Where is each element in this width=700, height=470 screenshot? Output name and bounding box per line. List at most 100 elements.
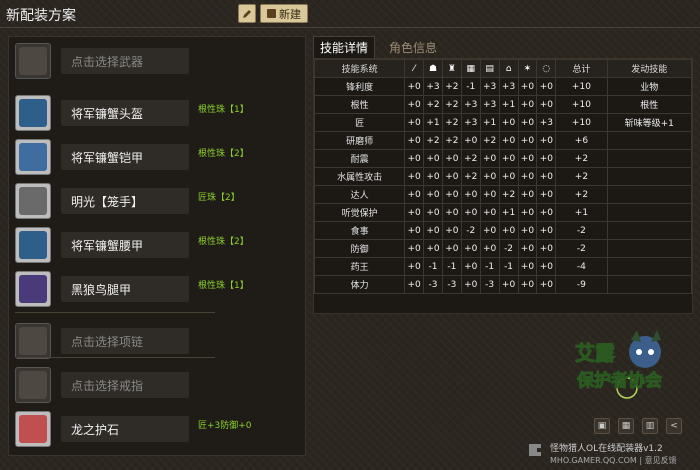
skill-point-cell: +0	[423, 167, 443, 186]
skill-point-cell: +0	[460, 239, 481, 258]
equipment-slot[interactable]: 将军镰蟹头盔 根性珠【1】	[15, 95, 295, 133]
edit-button[interactable]	[238, 4, 256, 23]
svg-text:保护者协会: 保护者协会	[576, 370, 662, 391]
skill-name-cell: 防御	[313, 239, 406, 258]
page-title: 新配装方案	[6, 8, 76, 24]
skill-point-cell: +0	[441, 203, 462, 222]
skill-total-cell: +10	[555, 77, 608, 96]
activated-skill-cell	[606, 185, 693, 204]
skill-point-cell: +0	[517, 167, 538, 186]
equipment-icon	[15, 227, 51, 263]
save-button[interactable]: ▣	[594, 418, 610, 434]
skill-point-cell: +0	[460, 185, 481, 204]
equipment-slot[interactable]: 点击选择项链	[15, 323, 295, 361]
table-row: 达人 +0 +0 +0 +0 +0 +2 +0 +0 +2	[313, 185, 693, 204]
skill-point-cell: +2	[460, 149, 481, 168]
header-part: ▤	[479, 59, 500, 78]
skill-point-cell: -2	[498, 239, 519, 258]
activated-skill-cell	[606, 167, 693, 186]
decoration-tag: 根性珠【1】	[198, 281, 249, 291]
header-part: ♜	[441, 59, 462, 78]
decoration-tag: 根性珠【1】	[198, 105, 249, 115]
skill-point-cell: +0	[441, 239, 462, 258]
equipment-slot[interactable]: 龙之护石 匠+3防御+0	[15, 411, 295, 449]
equipment-slot[interactable]: 将军镰蟹铠甲 根性珠【2】	[15, 139, 295, 177]
skill-point-cell: +0	[536, 77, 557, 96]
gauntlet-icon: ▦	[466, 63, 476, 74]
necklace-icon: ✶	[523, 63, 532, 74]
new-button-label: 新建	[279, 7, 301, 21]
skill-point-cell: +1	[498, 95, 519, 114]
equipment-label[interactable]: 点击选择项链	[61, 328, 189, 354]
skill-point-cell: +0	[441, 167, 462, 186]
slot-group-divider	[15, 357, 215, 358]
skill-name-cell: 达人	[313, 185, 406, 204]
header-activated-skill: 发动技能	[606, 59, 693, 78]
equipment-label[interactable]: 龙之护石	[61, 416, 189, 442]
equipment-slot[interactable]: 点击选择戒指	[15, 367, 295, 405]
table-row: 听觉保护 +0 +0 +0 +0 +0 +1 +0 +0 +1	[313, 203, 693, 222]
skill-point-cell: +0	[498, 275, 519, 294]
equipment-label[interactable]: 点击选择戒指	[61, 372, 189, 398]
header-part: ⌂	[498, 59, 519, 78]
skill-point-cell: -1	[423, 257, 443, 276]
skill-point-cell: +0	[423, 239, 443, 258]
equipment-icon-image	[19, 231, 47, 259]
skill-point-cell: +3	[498, 77, 519, 96]
skill-point-cell: +0	[498, 167, 519, 186]
equipment-icon-image	[19, 415, 47, 443]
equipment-slot[interactable]: 将军镰蟹腰甲 根性珠【2】	[15, 227, 295, 265]
decoration-tag: 匠+3防御+0	[198, 421, 252, 431]
delete-button[interactable]: ▥	[642, 418, 658, 434]
table-header-row: 技能系统 ⁄ ☗ ♜ ▦ ▤ ⌂ ✶ ◌ 总计 发动技能	[313, 59, 693, 78]
skill-point-cell: -1	[498, 257, 519, 276]
skill-name-cell: 根性	[313, 95, 406, 114]
equipment-label[interactable]: 将军镰蟹铠甲	[61, 144, 189, 170]
skill-total-cell: -2	[555, 239, 608, 258]
leg-icon: ⌂	[505, 63, 512, 74]
skill-total-cell: +2	[555, 167, 608, 186]
equipment-slot[interactable]: 黑狼鸟腿甲 根性珠【1】	[15, 271, 295, 309]
skill-point-cell: +2	[423, 95, 443, 114]
save-icon: ▣	[597, 421, 607, 431]
calendar-button[interactable]: ▦	[618, 418, 634, 434]
table-row: 研磨师 +0 +2 +2 +0 +2 +0 +0 +0 +6	[313, 131, 693, 150]
skill-point-cell: +0	[423, 185, 443, 204]
skill-point-cell: +0	[460, 131, 481, 150]
skill-point-cell: +2	[460, 167, 481, 186]
skill-point-cell: -3	[479, 275, 500, 294]
equipment-label[interactable]: 黑狼鸟腿甲	[61, 276, 189, 302]
table-row: 锋利度 +0 +3 +2 -1 +3 +3 +0 +0 +10 业物	[313, 77, 693, 96]
activated-skill-cell: 根性	[606, 95, 693, 114]
skill-total-cell: +2	[555, 149, 608, 168]
skill-point-cell: +0	[479, 221, 500, 240]
equipment-label[interactable]: 将军镰蟹头盔	[61, 100, 189, 126]
top-divider	[0, 27, 700, 28]
equipment-slot[interactable]: 点击选择武器	[15, 43, 295, 81]
skill-point-cell: +0	[536, 275, 557, 294]
footer-app-version: 怪物猎人OL在线配装器v1.2	[550, 444, 663, 454]
new-button[interactable]: 新建	[260, 4, 308, 23]
mho-logo-icon	[529, 444, 541, 456]
footer-links[interactable]: MHO.GAMER.QQ.COM | 意见反馈	[550, 455, 677, 466]
tab-skill-details[interactable]: 技能详情	[313, 36, 375, 58]
tab-character-info[interactable]: 角色信息	[383, 36, 443, 58]
skill-point-cell: +3	[423, 77, 443, 96]
skill-point-cell: +0	[423, 221, 443, 240]
equipment-icon-image	[19, 187, 47, 215]
equipment-label[interactable]: 明光【笼手】	[61, 188, 189, 214]
equipment-label[interactable]: 点击选择武器	[61, 48, 189, 74]
skill-total-cell: -2	[555, 221, 608, 240]
equipment-slot[interactable]: 明光【笼手】 匠珠【2】	[15, 183, 295, 221]
skill-point-cell: +0	[498, 149, 519, 168]
skill-total-cell: +6	[555, 131, 608, 150]
share-button[interactable]: <	[666, 418, 682, 434]
activated-skill-cell	[606, 275, 693, 294]
equipment-label[interactable]: 将军镰蟹腰甲	[61, 232, 189, 258]
skill-point-cell: +0	[404, 239, 425, 258]
equipment-icon	[15, 323, 51, 359]
skill-point-cell: +0	[517, 149, 538, 168]
table-row: 匠 +0 +1 +2 +3 +1 +0 +0 +3 +10 斩味等级+1	[313, 113, 693, 132]
skill-point-cell: +1	[498, 203, 519, 222]
skill-point-cell: +0	[479, 149, 500, 168]
